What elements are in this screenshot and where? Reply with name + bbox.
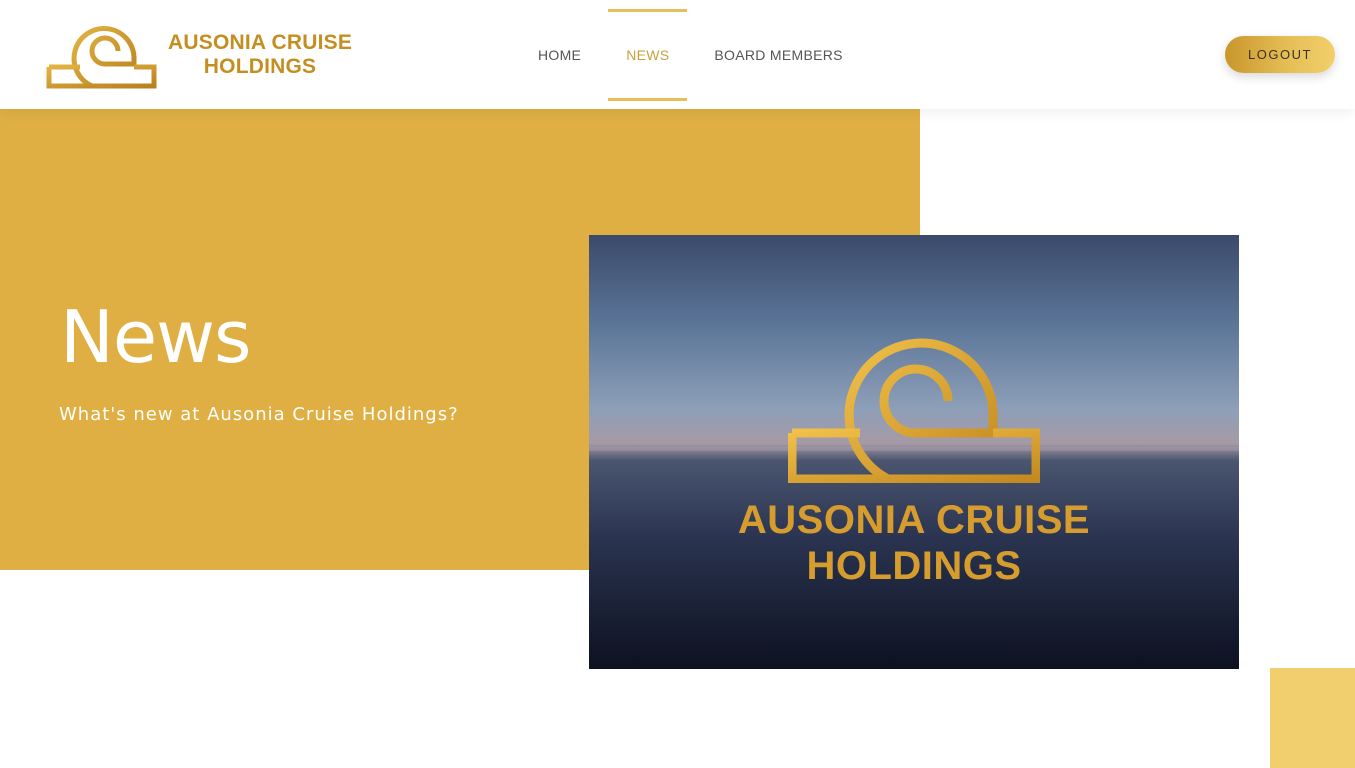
nav-news[interactable]: NEWS: [608, 0, 688, 109]
logo-line-2: HOLDINGS: [203, 55, 317, 78]
page-subtitle: What's new at Ausonia Cruise Holdings?: [59, 404, 459, 425]
main-nav: HOME NEWS BOARD MEMBERS: [520, 0, 861, 109]
decorative-corner-block: [1270, 668, 1355, 768]
image-logo-line-1: AUSONIA CRUISE: [737, 498, 1091, 542]
nav-board-members[interactable]: BOARD MEMBERS: [696, 0, 860, 109]
logo-line-1: AUSONIA CRUISE: [168, 31, 353, 54]
image-logo-wordmark: AUSONIA CRUISE HOLDINGS: [589, 497, 1239, 589]
page: AUSONIA CRUISE HOLDINGS HOME NEWS BOARD …: [0, 0, 1355, 768]
page-title: News: [60, 295, 252, 379]
ausonia-spiral-logo-icon: [46, 17, 158, 93]
ausonia-spiral-logo-icon: [787, 321, 1041, 487]
image-logo-line-2: HOLDINGS: [806, 544, 1022, 588]
logout-button[interactable]: LOGOUT: [1225, 36, 1335, 73]
site-logo[interactable]: AUSONIA CRUISE HOLDINGS: [46, 18, 366, 92]
hero-image: AUSONIA CRUISE HOLDINGS: [589, 235, 1239, 669]
nav-home[interactable]: HOME: [520, 0, 599, 109]
logo-wordmark: AUSONIA CRUISE HOLDINGS: [168, 31, 352, 79]
site-header: AUSONIA CRUISE HOLDINGS HOME NEWS BOARD …: [0, 0, 1355, 109]
